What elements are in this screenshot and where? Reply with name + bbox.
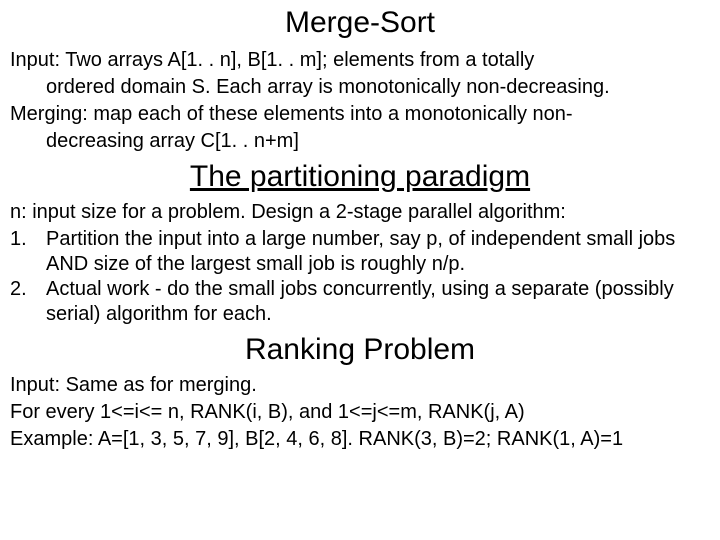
ranking-line-2: For every 1<=i<= n, RANK(i, B), and 1<=j…	[10, 400, 710, 425]
partitioning-subtitle: The partitioning paradigm	[10, 160, 710, 194]
step-1-number: 1.	[10, 227, 46, 277]
ranking-line-3: Example: A=[1, 3, 5, 7, 9], B[2, 4, 6, 8…	[10, 427, 710, 452]
merging-line-2: decreasing array C[1. . n+m]	[10, 129, 710, 154]
merging-line-1: Merging: map each of these elements into…	[10, 102, 710, 127]
step-1-text: Partition the input into a large number,…	[46, 227, 710, 277]
input-line-2: ordered domain S. Each array is monotoni…	[10, 75, 710, 100]
step-2-text: Actual work - do the small jobs concurre…	[46, 277, 710, 327]
step-2: 2. Actual work - do the small jobs concu…	[10, 277, 710, 327]
page-title: Merge-Sort	[10, 6, 710, 40]
ranking-subtitle: Ranking Problem	[10, 333, 710, 367]
paradigm-intro: n: input size for a problem. Design a 2-…	[10, 200, 710, 225]
input-line-1: Input: Two arrays A[1. . n], B[1. . m]; …	[10, 48, 710, 73]
ranking-line-1: Input: Same as for merging.	[10, 373, 710, 398]
step-1: 1. Partition the input into a large numb…	[10, 227, 710, 277]
step-2-number: 2.	[10, 277, 46, 327]
